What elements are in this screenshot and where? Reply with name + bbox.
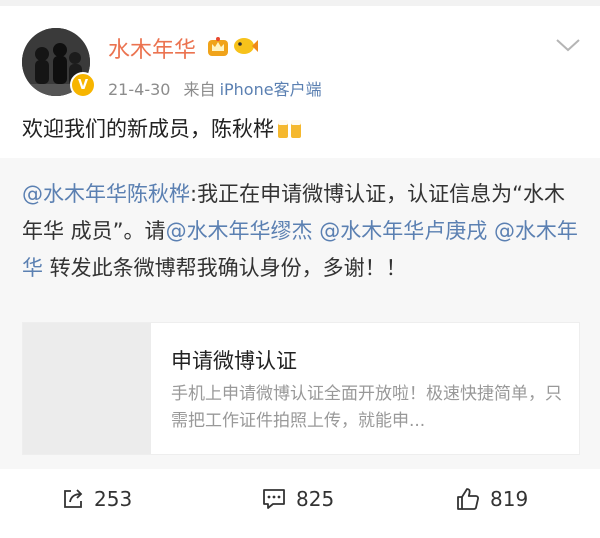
like-icon [457,488,479,510]
like-button[interactable]: 819 [456,484,528,514]
card-thumbnail [23,323,151,454]
comment-count: 825 [296,487,335,511]
link-card[interactable]: 申请微博认证 手机上申请微博认证全面开放啦！极速快捷简单，只需把工作证件拍照上传… [22,322,580,455]
card-title: 申请微博认证 [171,349,297,373]
repost-text: @水木年华陈秋桦:我正在申请微博认证，认证信息为“水木年华 成员”。请@水木年华… [22,176,578,287]
verified-badge-icon: V [70,72,96,98]
username[interactable]: 水木年华 [108,32,196,64]
repost-button[interactable]: 253 [62,484,132,514]
comment-button[interactable]: 825 [262,484,334,514]
chevron-down-icon[interactable] [554,36,582,54]
comment-icon [263,489,285,509]
post-meta: 21-4-30 来自 iPhone客户端 [108,76,322,100]
crown-icon [208,37,228,56]
fish-icon [234,38,258,54]
mention-link[interactable]: @水木年华缪杰 [166,219,313,243]
repost-block[interactable]: @水木年华陈秋桦:我正在申请微博认证，认证信息为“水木年华 成员”。请@水木年华… [0,158,600,469]
action-bar: 253 825 819 [0,470,600,538]
repost-count: 253 [94,487,133,511]
repost-icon [64,489,83,508]
mention-link[interactable]: @水木年华卢庚戌 [319,219,487,243]
source-client[interactable]: iPhone客户端 [220,80,322,99]
post-text: 欢迎我们的新成员，陈秋桦 [22,113,304,143]
source-prefix: 来自 [183,80,216,99]
mention-link[interactable]: @水木年华陈秋桦 [22,182,190,206]
post-header: V 水木年华 21-4-30 来自 iPhone客户端 [0,6,600,99]
repost-text-segment [487,219,494,243]
repost-text-segment: 转发此条微博帮我确认身份，多谢！！ [43,256,407,280]
card-description: 手机上申请微博认证全面开放啦！极速快捷简单，只需把工作证件拍照上传，就能申... [171,384,562,431]
like-count: 819 [490,487,529,511]
post-time: 21-4-30 [108,80,171,99]
beer-emoji-icon [278,120,301,138]
post-text-content: 欢迎我们的新成员，陈秋桦 [22,117,274,141]
